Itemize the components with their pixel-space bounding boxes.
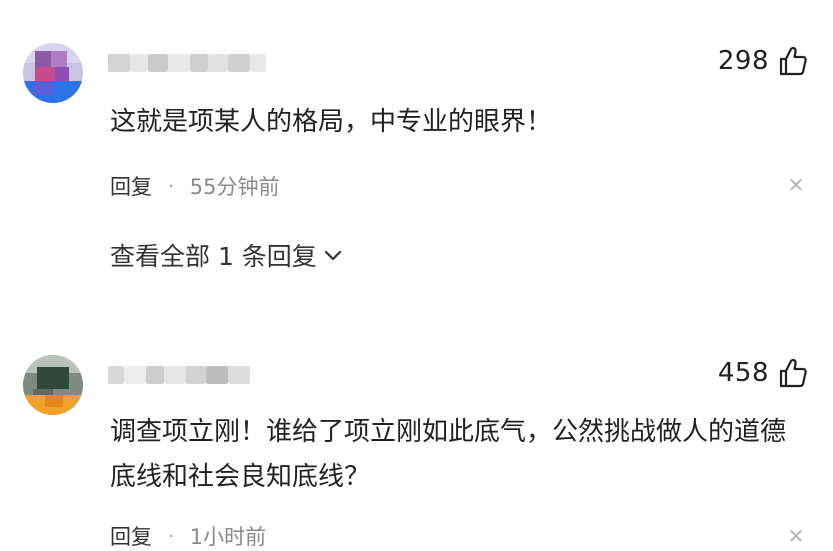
thumbs-up-icon [779,358,807,388]
like-count: 458 [717,358,769,388]
close-icon[interactable]: ✕ [787,175,805,195]
comment-text: 调查项立刚！谁给了项立刚如此底气，公然挑战做人的道德底线和社会良知底线？ [110,417,787,492]
avatar[interactable] [23,355,83,415]
thumbs-up-icon [779,46,807,76]
reply-button[interactable]: 回复 [110,521,152,551]
comment-meta: 回复 · 1小时前 [110,521,266,551]
chevron-down-icon [324,250,341,261]
avatar[interactable] [23,43,83,103]
comment-time: 1小时前 [189,525,267,549]
expand-replies-button[interactable]: 查看全部 1 条回复 [110,237,343,273]
comment-text: 这就是项某人的格局，中专业的眼界！ [110,107,553,137]
expand-replies-label: 查看全部 1 条回复 [110,242,317,271]
comment-meta: 回复 · 55分钟前 [110,171,279,201]
username-blurred[interactable] [108,50,268,76]
like-count: 298 [717,46,769,76]
like-button[interactable]: 458 [718,358,807,388]
close-icon[interactable]: ✕ [787,526,805,546]
reply-button[interactable]: 回复 [110,171,152,201]
like-button[interactable]: 298 [718,46,807,76]
username-blurred[interactable] [108,362,253,388]
meta-separator: · [168,525,174,547]
comment-time: 55分钟前 [189,175,280,199]
meta-separator: · [168,175,174,197]
